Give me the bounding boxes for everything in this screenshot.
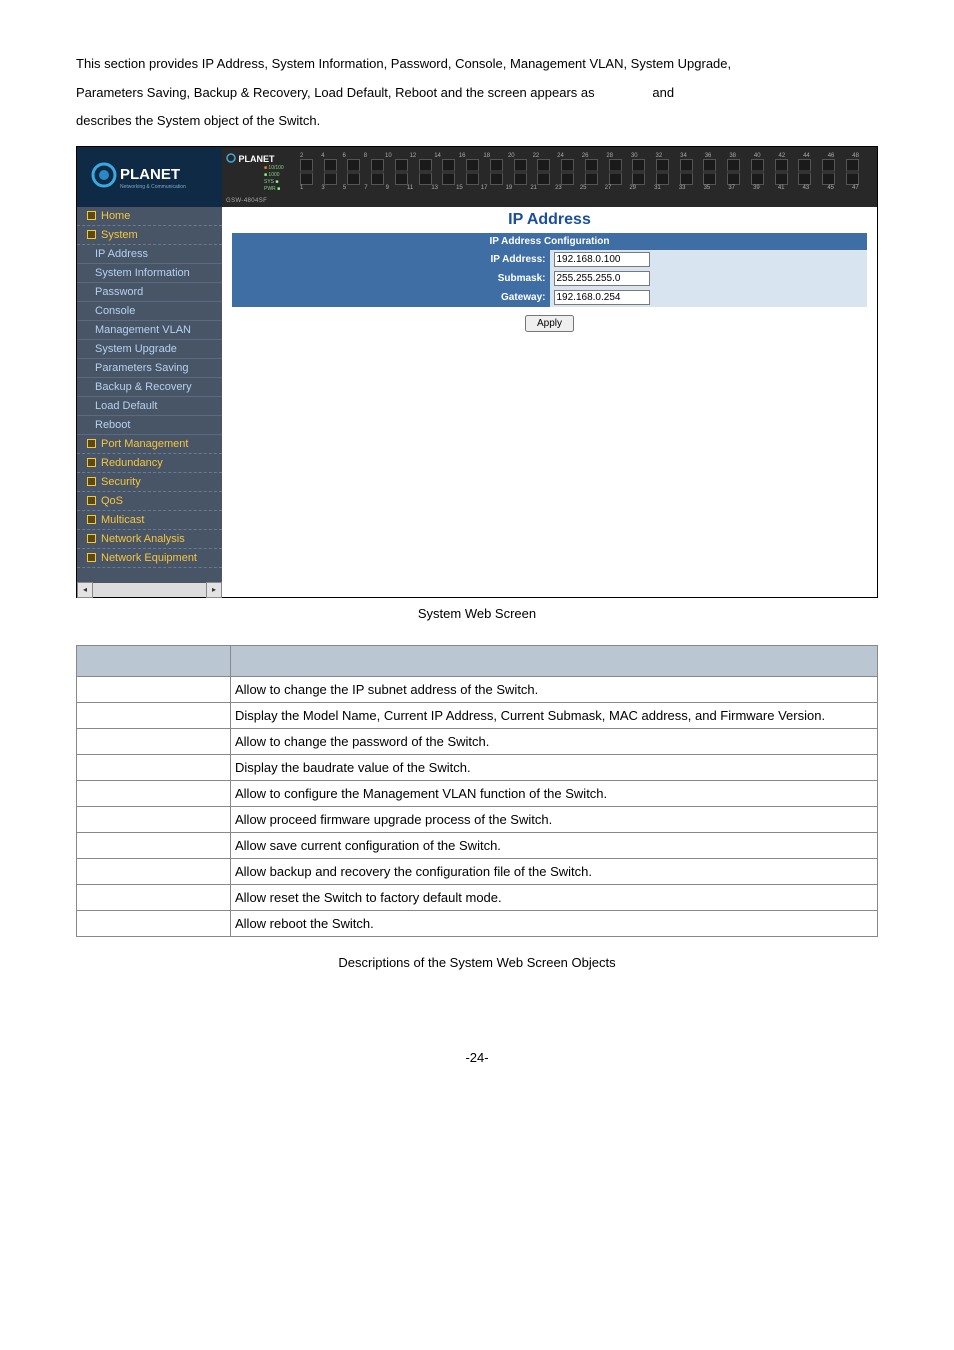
sidebar-item-portmgmt[interactable]: Port Management: [77, 435, 222, 454]
intro-text: This section provides IP Address, System…: [76, 50, 878, 136]
table-row: Display the baudrate value of the Switch…: [77, 754, 878, 780]
sidebar-item-netequip[interactable]: Network Equipment: [77, 549, 222, 568]
label-mask: Submask:: [232, 269, 550, 288]
table-row: Allow to change the password of the Swit…: [77, 728, 878, 754]
desc-obj-cell: [77, 884, 231, 910]
table-row: Allow to configure the Management VLAN f…: [77, 780, 878, 806]
desc-text-cell: Allow reset the Switch to factory defaul…: [231, 884, 878, 910]
table-row: Allow reboot the Switch.: [77, 910, 878, 936]
desc-text-cell: Allow reboot the Switch.: [231, 910, 878, 936]
table-caption: Descriptions of the System Web Screen Ob…: [76, 955, 878, 970]
scroll-left-icon[interactable]: ◂: [77, 582, 93, 598]
sidebar-sub-mgmtvlan[interactable]: Management VLAN: [77, 321, 222, 340]
intro-line1: This section provides IP Address, System…: [76, 56, 731, 71]
scroll-right-icon[interactable]: ▸: [206, 582, 222, 598]
banner-model: GSW-4804SF: [226, 198, 267, 204]
desc-text-cell: Allow to change the IP subnet address of…: [231, 676, 878, 702]
description-table: Object Description Allow to change the I…: [76, 645, 878, 937]
sidebar-scrollbar[interactable]: ◂ ▸: [77, 583, 222, 597]
device-banner: PLANET ■ 10/100■ 1000SYS ■PWR ■ GSW-4804…: [222, 147, 877, 207]
banner-brand-name: PLANET: [239, 154, 275, 164]
label-gw: Gateway:: [232, 288, 550, 307]
desc-obj-cell: [77, 910, 231, 936]
sidebar-sub-password[interactable]: Password: [77, 283, 222, 302]
sidebar-sub-params[interactable]: Parameters Saving: [77, 359, 222, 378]
desc-header-desc: Description: [231, 645, 878, 676]
sidebar-logo: PLANET Networking & Communication: [77, 147, 222, 207]
desc-text-cell: Allow to configure the Management VLAN f…: [231, 780, 878, 806]
sidebar-sub-console[interactable]: Console: [77, 302, 222, 321]
table-row: Display the Model Name, Current IP Addre…: [77, 702, 878, 728]
sidebar-item-netanalysis[interactable]: Network Analysis: [77, 530, 222, 549]
sidebar: Home System IP Address System Informatio…: [77, 207, 222, 597]
table-row: Allow proceed firmware upgrade process o…: [77, 806, 878, 832]
screenshot: PLANET Networking & Communication PLANET…: [76, 146, 878, 598]
banner-leds: ■ 10/100■ 1000SYS ■PWR ■: [264, 165, 284, 193]
sidebar-label: Home: [101, 210, 130, 222]
scroll-track[interactable]: [93, 583, 206, 597]
sidebar-sub-ip[interactable]: IP Address: [77, 245, 222, 264]
ip-field[interactable]: [554, 252, 650, 267]
table-row: Allow save current configuration of the …: [77, 832, 878, 858]
desc-obj-cell: [77, 728, 231, 754]
intro-line2a: Parameters Saving, Backup & Recovery, Lo…: [76, 85, 595, 100]
sidebar-item-redundancy[interactable]: Redundancy: [77, 454, 222, 473]
config-table: IP Address: Submask: Gateway:: [232, 250, 867, 307]
sidebar-item-multicast[interactable]: Multicast: [77, 511, 222, 530]
label-ip: IP Address:: [232, 250, 550, 269]
sidebar-sub-reboot[interactable]: Reboot: [77, 416, 222, 435]
sidebar-sub-sysinfo[interactable]: System Information: [77, 264, 222, 283]
svg-text:Networking & Communication: Networking & Communication: [120, 184, 186, 190]
desc-obj-cell: [77, 676, 231, 702]
apply-button[interactable]: [525, 315, 574, 332]
gateway-field[interactable]: [554, 290, 650, 305]
desc-text-cell: Allow backup and recovery the configurat…: [231, 858, 878, 884]
page-title: IP Address: [232, 211, 867, 229]
main-panel: IP Address IP Address Configuration IP A…: [222, 207, 877, 597]
desc-obj-cell: [77, 806, 231, 832]
intro-line3: describes the System object of the Switc…: [76, 113, 320, 128]
desc-header-obj: Object: [77, 645, 231, 676]
banner-brand: PLANET: [226, 153, 275, 164]
sidebar-sub-backup[interactable]: Backup & Recovery: [77, 378, 222, 397]
table-row: Allow to change the IP subnet address of…: [77, 676, 878, 702]
sidebar-sub-upgrade[interactable]: System Upgrade: [77, 340, 222, 359]
desc-text-cell: Allow proceed firmware upgrade process o…: [231, 806, 878, 832]
desc-obj-cell: [77, 858, 231, 884]
sidebar-item-system[interactable]: System: [77, 226, 222, 245]
table-row: Allow reset the Switch to factory defaul…: [77, 884, 878, 910]
screenshot-caption: System Web Screen: [76, 606, 878, 621]
svg-text:PLANET: PLANET: [120, 166, 180, 183]
table-row: Allow backup and recovery the configurat…: [77, 858, 878, 884]
desc-obj-cell: [77, 832, 231, 858]
desc-obj-cell: [77, 702, 231, 728]
page-number: -24-: [76, 1050, 878, 1065]
desc-obj-cell: [77, 754, 231, 780]
desc-text-cell: Allow to change the password of the Swit…: [231, 728, 878, 754]
banner-ports: 2468101214161820222426283032343638404244…: [300, 153, 859, 191]
config-title: IP Address Configuration: [232, 233, 867, 250]
desc-text-cell: Allow save current configuration of the …: [231, 832, 878, 858]
intro-line2b: and: [652, 85, 674, 100]
sidebar-sub-loaddef[interactable]: Load Default: [77, 397, 222, 416]
sidebar-item-security[interactable]: Security: [77, 473, 222, 492]
sidebar-item-qos[interactable]: QoS: [77, 492, 222, 511]
sidebar-label: System: [101, 229, 138, 241]
desc-text-cell: Display the Model Name, Current IP Addre…: [231, 702, 878, 728]
desc-obj-cell: [77, 780, 231, 806]
desc-text-cell: Display the baudrate value of the Switch…: [231, 754, 878, 780]
submask-field[interactable]: [554, 271, 650, 286]
sidebar-item-home[interactable]: Home: [77, 207, 222, 226]
